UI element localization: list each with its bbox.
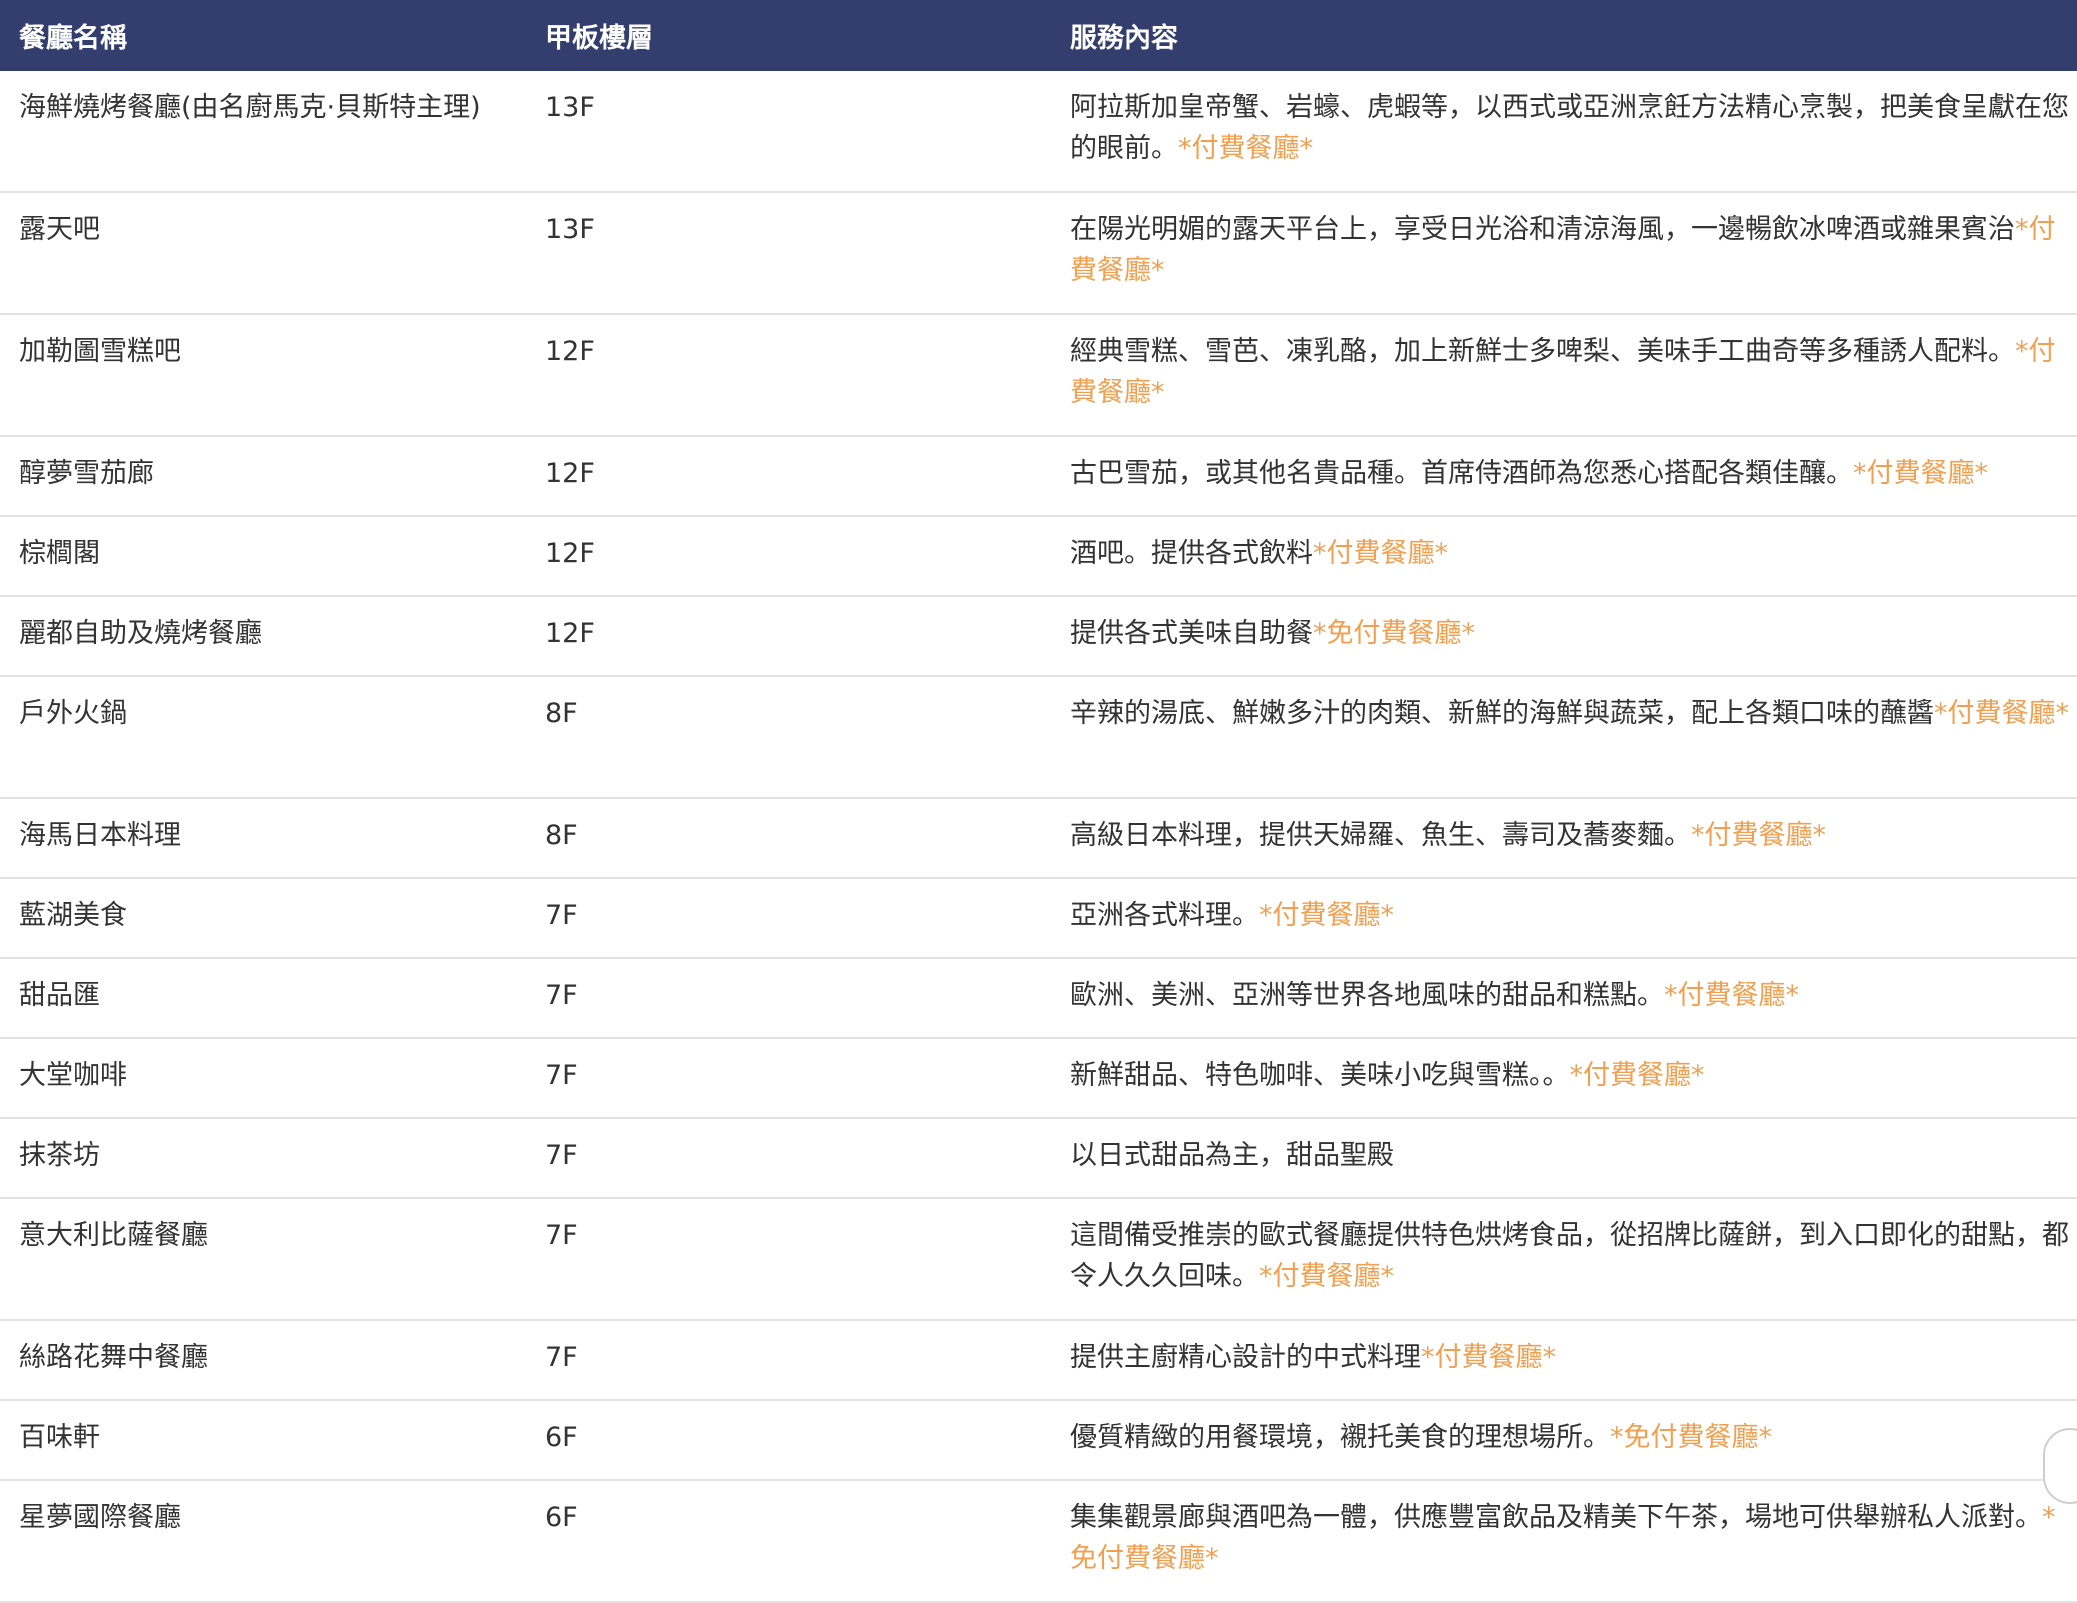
service-text: 經典雪糕、雪芭、凍乳酪，加上新鮮士多啤梨、美味手工曲奇等多種誘人配料。 [1070,336,2015,367]
table-row: 藍湖美食 7F 亞洲各式料理。*付費餐廳* [0,878,2077,958]
header-restaurant-name: 餐廳名稱 [19,23,127,54]
service-text: 酒吧。提供各式飲料 [1070,538,1313,569]
table-row: 海馬日本料理 8F 高級日本料理，提供天婦羅、魚生、壽司及蕎麥麵。*付費餐廳* [0,798,2077,878]
service-description: 提供各式美味自助餐*免付費餐廳* [1051,596,2077,676]
service-text: 古巴雪茄，或其他名貴品種。首席侍酒師為您悉心搭配各類佳釀。 [1070,458,1853,489]
restaurant-name: 星夢國際餐廳 [19,1502,181,1533]
service-description: 提供主廚精心設計的中式料理*付費餐廳* [1051,1320,2077,1400]
deck-floor: 7F [545,1060,578,1091]
service-text: 這間備受推崇的歐式餐廳提供特色烘烤食品，從招牌比薩餅，到入口即化的甜點，都令人久… [1070,1220,2069,1292]
fee-tag: *付費餐廳* [1569,1060,1705,1091]
dining-table: 餐廳名稱 甲板樓層 服務內容 海鮮燒烤餐廳(由名廚馬克·貝斯特主理) 13F 阿… [0,0,2077,1603]
restaurant-name: 露天吧 [19,214,100,245]
deck-floor: 12F [545,618,595,649]
fee-tag: *付費餐廳* [1664,980,1799,1011]
table-row: 加勒圖雪糕吧 12F 經典雪糕、雪芭、凍乳酪，加上新鮮士多啤梨、美味手工曲奇等多… [0,314,2077,436]
table-row: 絲路花舞中餐廳 7F 提供主廚精心設計的中式料理*付費餐廳* [0,1320,2077,1400]
service-description: 辛辣的湯底、鮮嫩多汁的肉類、新鮮的海鮮與蔬菜，配上各類口味的蘸醬*付費餐廳* [1051,676,2077,798]
table-row: 大堂咖啡 7F 新鮮甜品、特色咖啡、美味小吃與雪糕。。*付費餐廳* [0,1038,2077,1118]
deck-floor: 13F [545,92,595,123]
table-row: 星夢國際餐廳 6F 集集觀景廊與酒吧為一體，供應豐富飲品及精美下午茶，場地可供舉… [0,1480,2077,1602]
table-row: 戶外火鍋 8F 辛辣的湯底、鮮嫩多汁的肉類、新鮮的海鮮與蔬菜，配上各類口味的蘸醬… [0,676,2077,798]
fee-tag: *付費餐廳* [1259,900,1394,931]
service-description: 以日式甜品為主，甜品聖殿 [1051,1118,2077,1198]
fee-tag: *付費餐廳* [1853,458,1988,489]
table-row: 醇夢雪茄廊 12F 古巴雪茄，或其他名貴品種。首席侍酒師為您悉心搭配各類佳釀。*… [0,436,2077,516]
header-deck-floor: 甲板樓層 [545,23,653,54]
deck-floor: 8F [545,698,578,729]
restaurant-name: 絲路花舞中餐廳 [19,1342,208,1373]
fee-tag: *付費餐廳* [1259,1261,1394,1292]
service-text: 以日式甜品為主，甜品聖殿 [1070,1140,1394,1171]
restaurant-name: 麗都自助及燒烤餐廳 [19,618,262,649]
table-row: 露天吧 13F 在陽光明媚的露天平台上，享受日光浴和清涼海風，一邊暢飲冰啤酒或雜… [0,192,2077,314]
deck-floor: 7F [545,900,578,931]
deck-floor: 12F [545,538,595,569]
table-body: 海鮮燒烤餐廳(由名廚馬克·貝斯特主理) 13F 阿拉斯加皇帝蟹、岩蠔、虎蝦等，以… [0,71,2077,1602]
service-description: 經典雪糕、雪芭、凍乳酪，加上新鮮士多啤梨、美味手工曲奇等多種誘人配料。*付費餐廳… [1051,314,2077,436]
service-text: 集集觀景廊與酒吧為一體，供應豐富飲品及精美下午茶，場地可供舉辦私人派對。 [1070,1502,2042,1533]
fee-tag: *付費餐廳* [1691,820,1826,851]
service-text: 在陽光明媚的露天平台上，享受日光浴和清涼海風，一邊暢飲冰啤酒或雜果賓治 [1070,214,2015,245]
service-description: 阿拉斯加皇帝蟹、岩蠔、虎蝦等，以西式或亞洲烹飪方法精心烹製，把美食呈獻在您的眼前… [1051,71,2077,192]
deck-floor: 13F [545,214,595,245]
restaurant-name: 百味軒 [19,1422,100,1453]
deck-floor: 7F [545,980,578,1011]
service-description: 優質精緻的用餐環境，襯托美食的理想場所。*免付費餐廳* [1051,1400,2077,1480]
table-row: 海鮮燒烤餐廳(由名廚馬克·貝斯特主理) 13F 阿拉斯加皇帝蟹、岩蠔、虎蝦等，以… [0,71,2077,192]
deck-floor: 12F [545,336,595,367]
restaurant-name: 海鮮燒烤餐廳(由名廚馬克·貝斯特主理) [19,92,481,123]
service-text: 辛辣的湯底、鮮嫩多汁的肉類、新鮮的海鮮與蔬菜，配上各類口味的蘸醬 [1070,698,1934,729]
service-description: 高級日本料理，提供天婦羅、魚生、壽司及蕎麥麵。*付費餐廳* [1051,798,2077,878]
scroll-to-top-button[interactable] [2043,1428,2077,1504]
restaurant-name: 棕櫚閣 [19,538,100,569]
service-description: 亞洲各式料理。*付費餐廳* [1051,878,2077,958]
restaurant-name: 加勒圖雪糕吧 [19,336,181,367]
table-header: 餐廳名稱 甲板樓層 服務內容 [0,0,2077,71]
fee-tag: *付費餐廳* [1421,1342,1556,1373]
table-row: 麗都自助及燒烤餐廳 12F 提供各式美味自助餐*免付費餐廳* [0,596,2077,676]
fee-tag: *付費餐廳* [1178,133,1313,164]
restaurant-name: 大堂咖啡 [19,1060,127,1091]
deck-floor: 7F [545,1220,578,1251]
service-description: 集集觀景廊與酒吧為一體，供應豐富飲品及精美下午茶，場地可供舉辦私人派對。*免付費… [1051,1480,2077,1602]
table-row: 意大利比薩餐廳 7F 這間備受推崇的歐式餐廳提供特色烘烤食品，從招牌比薩餅，到入… [0,1198,2077,1320]
fee-tag: *免付費餐廳* [1313,618,1475,649]
service-description: 酒吧。提供各式飲料*付費餐廳* [1051,516,2077,596]
restaurant-name: 意大利比薩餐廳 [19,1220,208,1251]
table-row: 棕櫚閣 12F 酒吧。提供各式飲料*付費餐廳* [0,516,2077,596]
service-description: 這間備受推崇的歐式餐廳提供特色烘烤食品，從招牌比薩餅，到入口即化的甜點，都令人久… [1051,1198,2077,1320]
service-text: 高級日本料理，提供天婦羅、魚生、壽司及蕎麥麵。 [1070,820,1691,851]
restaurant-name: 藍湖美食 [19,900,127,931]
service-text: 亞洲各式料理。 [1070,900,1259,931]
service-description: 新鮮甜品、特色咖啡、美味小吃與雪糕。。*付費餐廳* [1051,1038,2077,1118]
service-text: 提供各式美味自助餐 [1070,618,1313,649]
table-row: 抹茶坊 7F 以日式甜品為主，甜品聖殿 [0,1118,2077,1198]
table-row: 百味軒 6F 優質精緻的用餐環境，襯托美食的理想場所。*免付費餐廳* [0,1400,2077,1480]
fee-tag: *付費餐廳* [1934,698,2069,729]
service-text: 新鮮甜品、特色咖啡、美味小吃與雪糕。。 [1070,1060,1570,1091]
header-service-content: 服務內容 [1070,23,1178,54]
restaurant-name: 海馬日本料理 [19,820,181,851]
deck-floor: 7F [545,1140,578,1171]
table-row: 甜品匯 7F 歐洲、美洲、亞洲等世界各地風味的甜品和糕點。*付費餐廳* [0,958,2077,1038]
service-text: 歐洲、美洲、亞洲等世界各地風味的甜品和糕點。 [1070,980,1664,1011]
restaurant-name: 醇夢雪茄廊 [19,458,154,489]
deck-floor: 7F [545,1342,578,1373]
service-text: 提供主廚精心設計的中式料理 [1070,1342,1421,1373]
restaurant-name: 抹茶坊 [19,1140,100,1171]
header-row: 餐廳名稱 甲板樓層 服務內容 [0,0,2077,71]
restaurant-name: 甜品匯 [19,980,100,1011]
fee-tag: *免付費餐廳* [1610,1422,1772,1453]
service-text: 優質精緻的用餐環境，襯托美食的理想場所。 [1070,1422,1610,1453]
service-description: 古巴雪茄，或其他名貴品種。首席侍酒師為您悉心搭配各類佳釀。*付費餐廳* [1051,436,2077,516]
deck-floor: 6F [545,1502,578,1533]
restaurant-name: 戶外火鍋 [19,698,127,729]
service-description: 歐洲、美洲、亞洲等世界各地風味的甜品和糕點。*付費餐廳* [1051,958,2077,1038]
deck-floor: 6F [545,1422,578,1453]
deck-floor: 12F [545,458,595,489]
deck-floor: 8F [545,820,578,851]
service-description: 在陽光明媚的露天平台上，享受日光浴和清涼海風，一邊暢飲冰啤酒或雜果賓治*付費餐廳… [1051,192,2077,314]
fee-tag: *付費餐廳* [1313,538,1448,569]
